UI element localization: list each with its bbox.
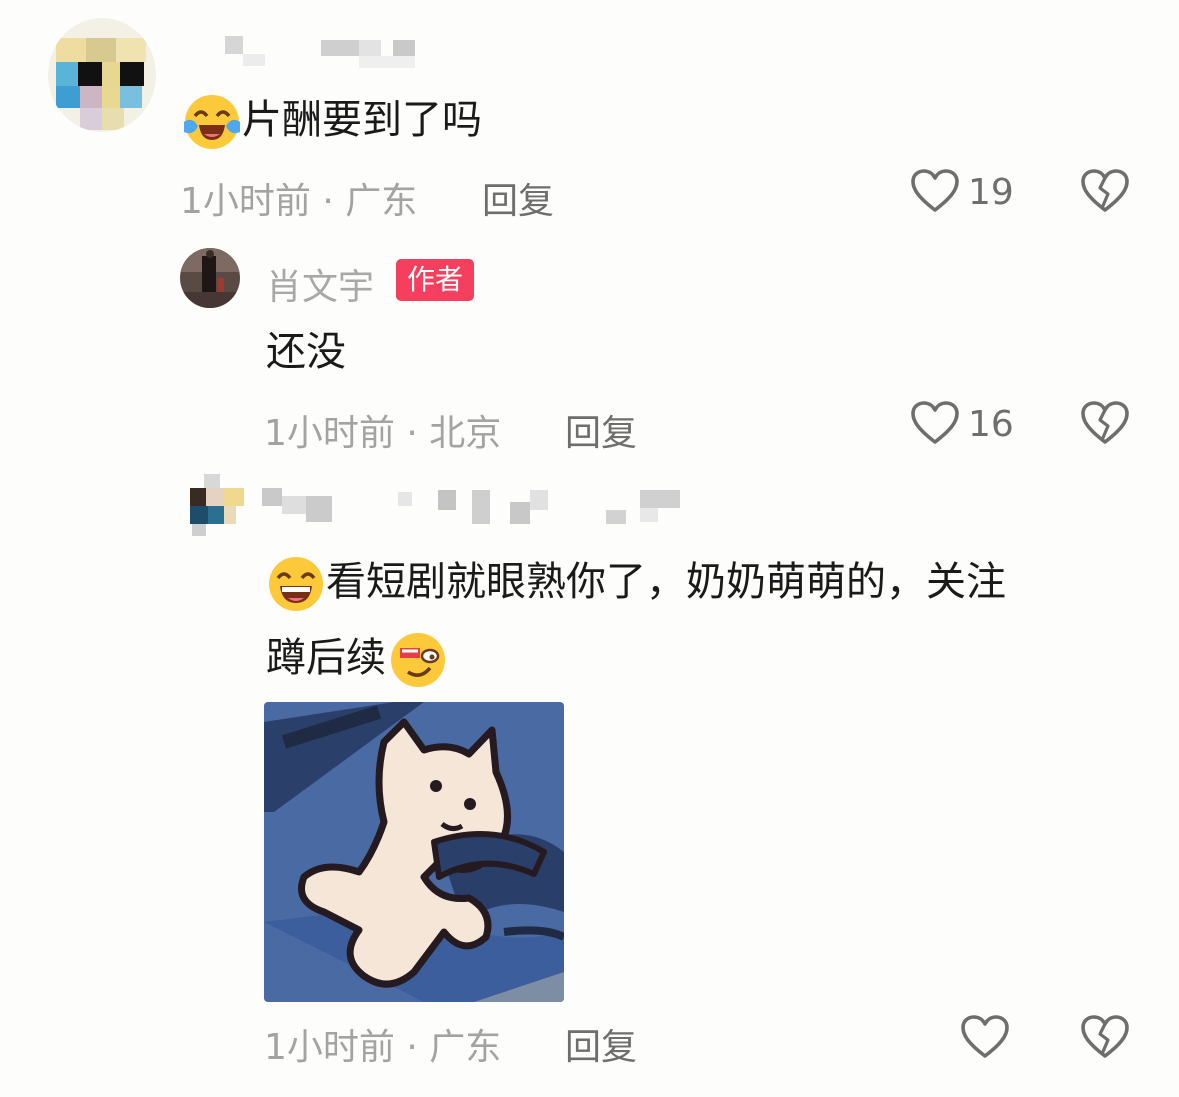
timestamp: 1小时前 bbox=[264, 413, 395, 454]
like-count: 19 bbox=[968, 172, 1014, 213]
username-blurred-1[interactable] bbox=[225, 36, 455, 72]
comment-text-1-content: 片酬要到了吗 bbox=[242, 97, 482, 143]
dislike-broken-heart-icon[interactable] bbox=[1080, 1014, 1130, 1060]
grinning-emoji bbox=[269, 557, 323, 611]
comment-text-1: 片酬要到了吗 bbox=[182, 84, 482, 156]
avatar-3[interactable] bbox=[186, 474, 246, 538]
avatar-2[interactable] bbox=[180, 248, 240, 308]
comment-meta-3: 1小时前 · 广东 bbox=[264, 1018, 501, 1070]
white-cat-sticker[interactable] bbox=[264, 702, 564, 1002]
separator-dot: · bbox=[322, 181, 334, 222]
like-heart-icon[interactable] bbox=[910, 400, 960, 446]
comment-text-3: 看短剧就眼熟你了，奶奶萌萌的，关注 bbox=[266, 546, 1006, 618]
location: 广东 bbox=[429, 1027, 502, 1068]
comment-text-3-line1: 看短剧就眼熟你了，奶奶萌萌的，关注 bbox=[326, 559, 1006, 605]
sly-smile-emoji bbox=[391, 633, 445, 687]
reply-button[interactable]: 回复 bbox=[565, 1018, 637, 1070]
crying-laughing-emoji bbox=[184, 95, 240, 149]
dislike-broken-heart-icon[interactable] bbox=[1080, 400, 1130, 446]
timestamp: 1小时前 bbox=[180, 181, 311, 222]
location: 广东 bbox=[345, 181, 418, 222]
comment-meta-2: 1小时前 · 北京 bbox=[264, 404, 501, 456]
username-2[interactable]: 肖文宇 bbox=[266, 258, 374, 310]
reply-button[interactable]: 回复 bbox=[482, 172, 554, 224]
reply-button[interactable]: 回复 bbox=[565, 404, 637, 456]
timestamp: 1小时前 bbox=[264, 1027, 395, 1068]
username-blurred-3[interactable] bbox=[262, 488, 682, 528]
separator-dot: · bbox=[406, 1027, 418, 1068]
like-count: 16 bbox=[968, 404, 1014, 445]
dislike-broken-heart-icon[interactable] bbox=[1080, 168, 1130, 214]
comment-text-2: 还没 bbox=[266, 329, 346, 375]
like-heart-icon[interactable] bbox=[960, 1014, 1010, 1060]
like-heart-icon[interactable] bbox=[910, 168, 960, 214]
author-badge: 作者 bbox=[396, 259, 475, 301]
comment-text-3-line2-row: 蹲后续 bbox=[266, 622, 448, 694]
separator-dot: · bbox=[406, 413, 418, 454]
location: 北京 bbox=[429, 413, 502, 454]
avatar-1[interactable] bbox=[48, 18, 156, 132]
comment-meta-1: 1小时前 · 广东 bbox=[180, 172, 417, 224]
comment-text-3-line2: 蹲后续 bbox=[266, 635, 386, 681]
